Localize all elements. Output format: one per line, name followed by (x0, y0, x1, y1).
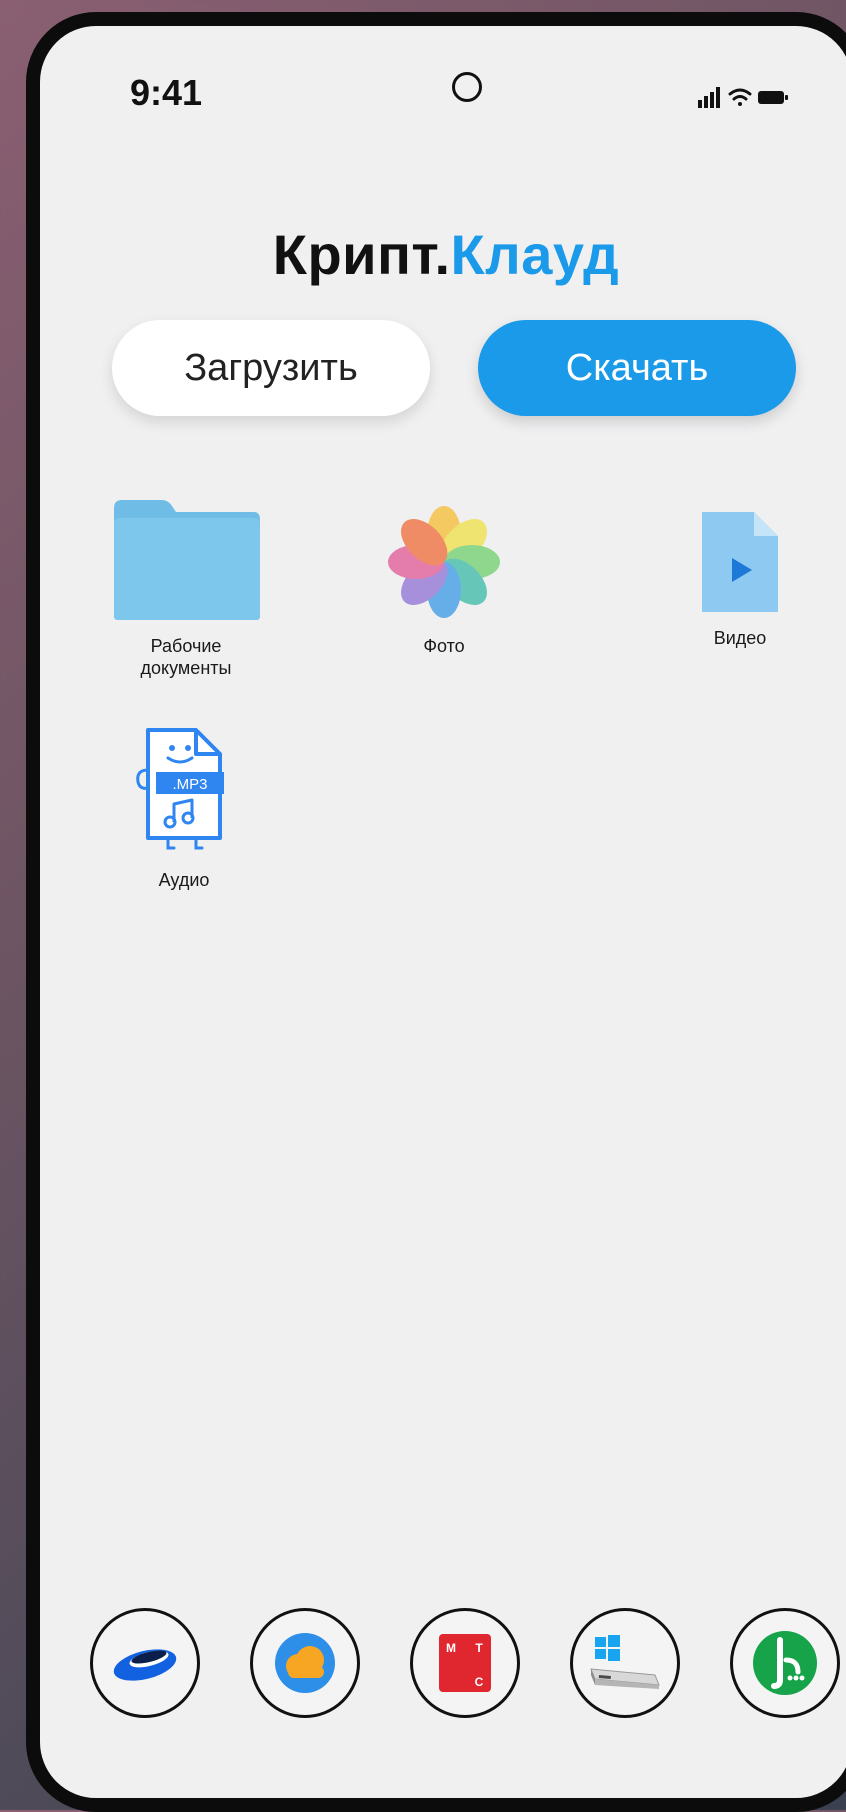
video-file-icon (702, 512, 778, 612)
app-title: Крипт.Клауд (40, 222, 846, 287)
dock-windows-drive[interactable] (570, 1608, 680, 1718)
mts-icon: М Т С (439, 1634, 491, 1692)
status-icons (698, 87, 788, 108)
dock-mail-cloud[interactable] (250, 1608, 360, 1718)
mp3-badge: .MP3 (172, 776, 207, 793)
status-time: 9:41 (130, 72, 203, 113)
folder-documents-label-line1: Рабочие (150, 636, 222, 656)
folder-audio[interactable]: .MP3 Аудио (124, 726, 244, 891)
folder-audio-label: Аудио (158, 870, 210, 890)
mail-cloud-icon (275, 1633, 335, 1693)
folder-video[interactable]: Видео (680, 510, 800, 649)
folder-documents-label-line2: документы (140, 658, 232, 678)
signal-icon (698, 87, 720, 108)
folder-documents[interactable]: Рабочие документы (106, 498, 266, 679)
folder-icon (114, 500, 260, 620)
svg-text:М: М (446, 1641, 456, 1655)
download-button[interactable]: Скачать (478, 320, 796, 416)
mp3-file-icon: .MP3 (136, 728, 224, 850)
folder-photos[interactable]: Фото (374, 502, 514, 657)
battery-icon (758, 91, 788, 104)
dock-mts[interactable]: М Т С (410, 1608, 520, 1718)
megafon-icon (753, 1631, 817, 1695)
app-title-part2: Клауд (450, 223, 620, 286)
svg-text:С: С (475, 1675, 484, 1689)
photos-icon (388, 506, 500, 618)
folder-documents-label: Рабочие документы (106, 635, 266, 679)
upload-button[interactable]: Загрузить (112, 320, 430, 416)
camera-icon (452, 72, 482, 102)
folder-photos-label: Фото (423, 636, 465, 656)
folder-video-label: Видео (713, 628, 767, 648)
svg-text:Т: Т (475, 1641, 483, 1655)
dock-yandex-disk[interactable] (90, 1608, 200, 1718)
yandex-disk-icon (113, 1649, 177, 1681)
app-title-part1: Крипт. (272, 223, 451, 286)
phone-frame: 9:41 Крипт.Клауд Загрузить Скачать Рабоч… (26, 12, 846, 1812)
wifi-icon (728, 88, 752, 106)
windows-drive-icon (590, 1635, 660, 1689)
dock-megafon[interactable] (730, 1608, 840, 1718)
